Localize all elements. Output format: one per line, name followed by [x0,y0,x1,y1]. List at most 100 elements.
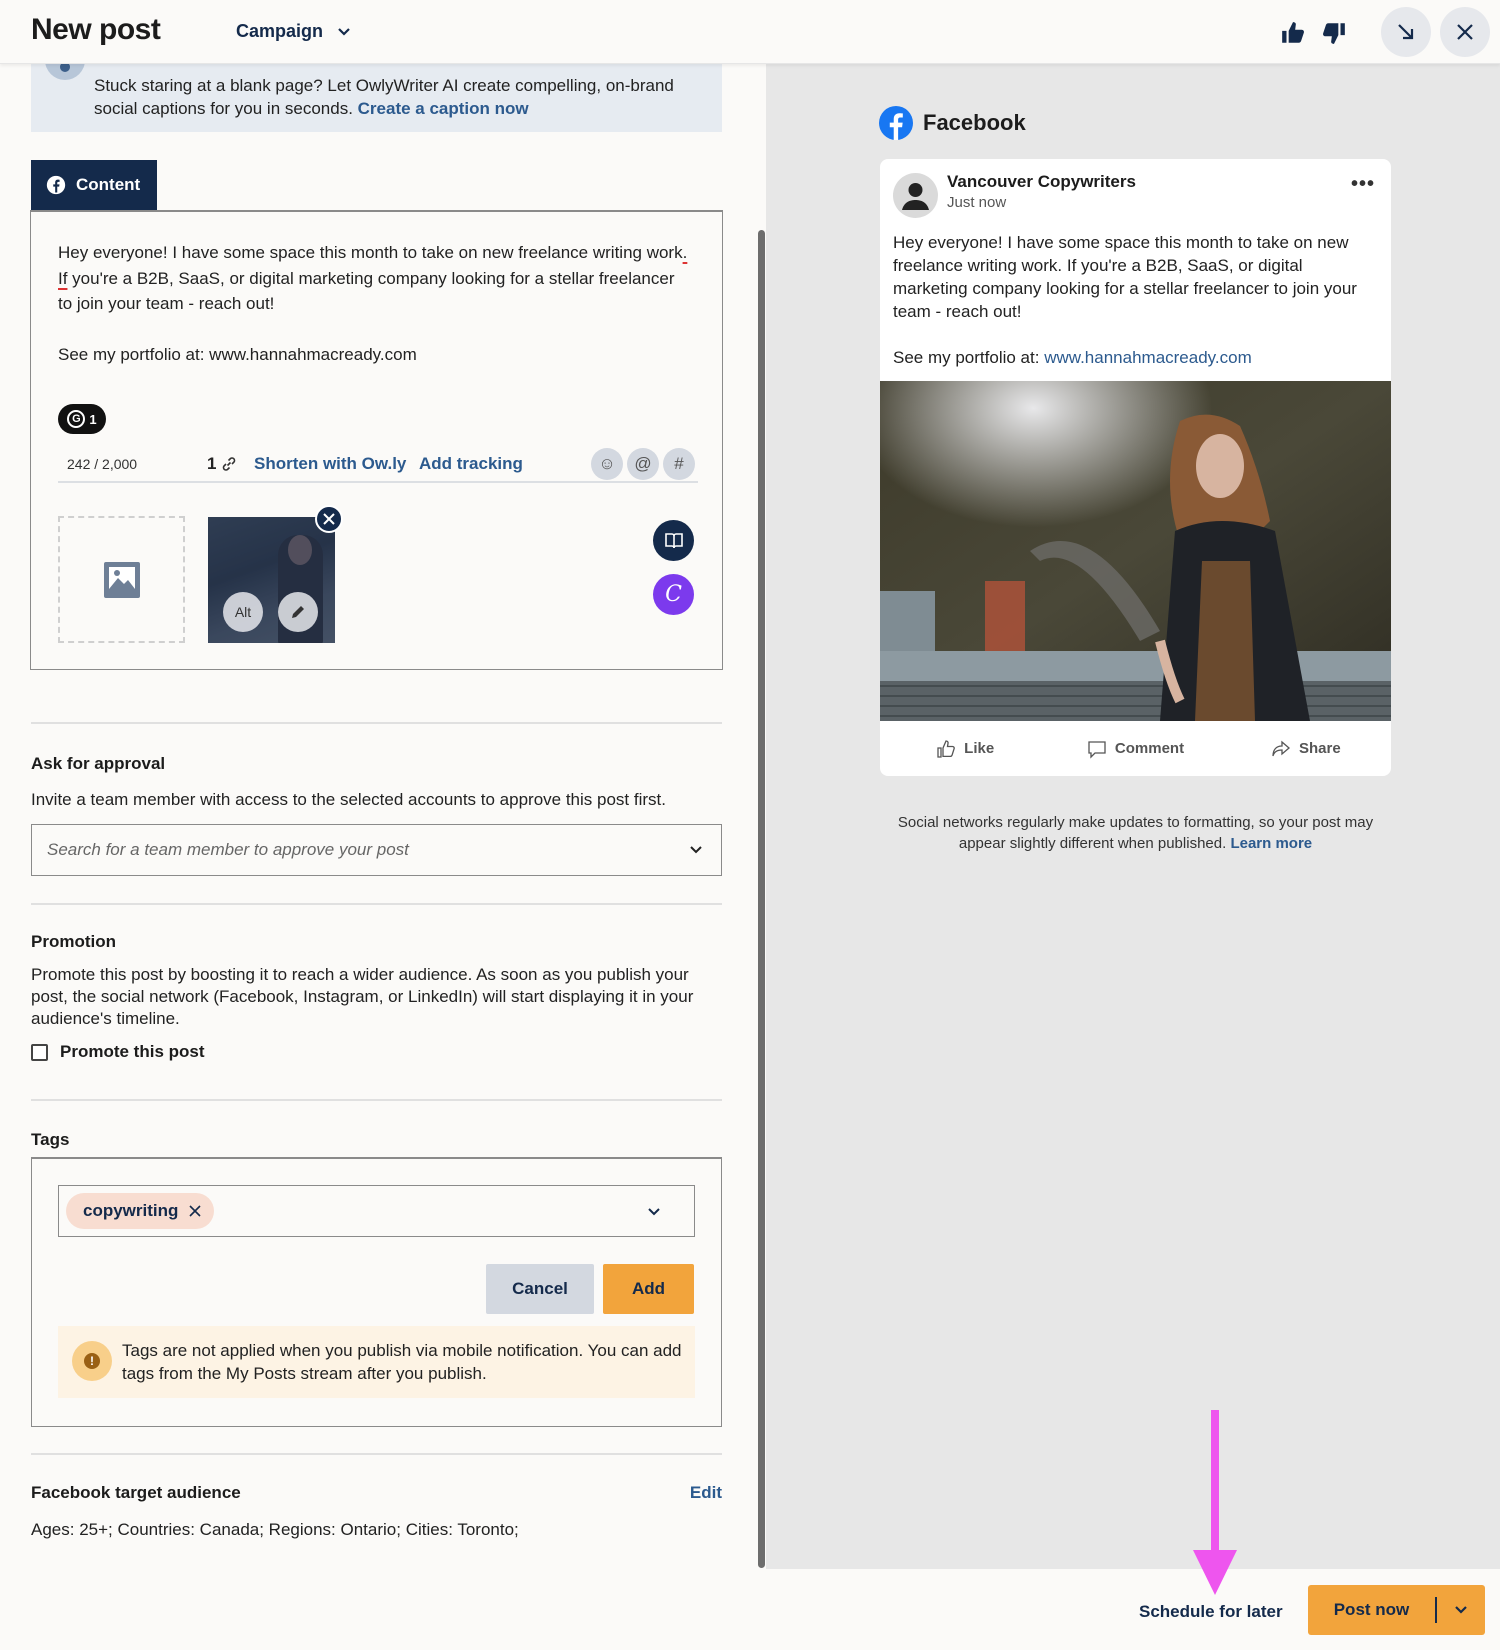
cancel-tags-button[interactable]: Cancel [486,1264,594,1314]
attached-media-thumbnail[interactable]: Alt [208,517,335,643]
pencil-icon [292,606,304,618]
add-tracking-link[interactable]: Add tracking [419,454,523,474]
approver-placeholder: Search for a team member to approve your… [47,840,409,859]
alt-label: Alt [234,604,252,620]
promote-post-label: Promote this post [60,1042,205,1061]
preview-body: Hey everyone! I have some space this mon… [893,233,1357,321]
edit-audience-link[interactable]: Edit [690,1483,722,1503]
post-text-line: you're a B2B, SaaS, or digital marketing… [58,268,675,314]
footer: Schedule for later Post now [0,1569,1500,1650]
preview-network-header: Facebook [879,106,1026,140]
warning-icon: ! [72,1341,112,1381]
campaign-dropdown[interactable]: Campaign [236,21,351,42]
checkbox[interactable] [31,1043,48,1061]
char-count: 242 / 2,000 [67,456,138,472]
post-actions: Like Comment Share [880,721,1391,776]
content-library-button[interactable] [653,520,694,561]
post-editor[interactable]: Hey everyone! I have some space this mon… [30,210,723,670]
tags-warning-text: Tags are not applied when you publish vi… [122,1341,682,1383]
grammarly-count: 1 [89,411,97,427]
approval-description: Invite a team member with access to the … [31,790,666,809]
like-label: Like [964,740,995,757]
tag-chip: copywriting [66,1193,215,1229]
schedule-for-later-button[interactable]: Schedule for later [1139,1602,1283,1622]
post-text-input[interactable]: Hey everyone! I have some space this mon… [58,240,693,368]
scrollbar[interactable] [758,230,765,1568]
tab-content[interactable]: Content [31,160,157,210]
share-icon [1272,740,1290,756]
emoji-button[interactable]: ☺ [591,448,623,480]
canva-button[interactable]: C [653,574,694,615]
tags-title: Tags [31,1130,70,1149]
add-tags-button[interactable]: Add [603,1264,694,1314]
share-action[interactable]: Share [1221,721,1391,776]
facebook-post-preview: Vancouver Copywriters Just now ••• Hey e… [880,159,1391,776]
share-label: Share [1298,740,1341,757]
preview-portfolio-link[interactable]: www.hannahmacready.com [1044,348,1252,367]
grammarly-icon: G [67,410,86,428]
approval-title: Ask for approval [31,754,166,773]
comment-action[interactable]: Comment [1050,721,1220,776]
add-media-dropzone[interactable] [58,516,185,643]
remove-tag-icon[interactable] [188,1204,202,1218]
more-options-icon[interactable]: ••• [1351,173,1375,196]
section-divider [31,1453,722,1455]
book-icon [664,532,683,548]
portrait-photo [880,381,1391,721]
info-icon [45,64,85,80]
emoji-icon: ☺ [598,454,616,473]
chevron-down-icon [690,846,702,854]
promote-post-checkbox[interactable]: Promote this post [31,1042,205,1062]
post-text-portfolio: See my portfolio at: www.hannahmacready.… [58,345,417,364]
close-button[interactable] [1440,7,1490,57]
header: New post Campaign [0,0,1500,64]
at-icon: @ [634,454,652,473]
comment-label: Comment [1114,740,1185,757]
preview-network-name: Facebook [923,110,1026,135]
facebook-logo-icon [879,106,913,140]
create-caption-link[interactable]: Create a caption now [358,99,529,118]
approver-search-select[interactable]: Search for a team member to approve your… [31,824,722,876]
hashtag-icon: # [674,454,684,473]
remove-media-button[interactable] [315,505,343,533]
post-options-dropdown[interactable] [1437,1585,1486,1635]
shorten-owly-link[interactable]: Shorten with Ow.ly [254,454,406,474]
like-action[interactable]: Like [880,721,1050,776]
user-icon [902,183,929,210]
tags-editor: copywriting Cancel Add ! Tags are not ap… [31,1157,722,1427]
avatar [893,173,938,218]
edit-media-button[interactable] [278,592,318,632]
thumbs-down-icon[interactable] [1321,20,1347,46]
editor-toolbar: 242 / 2,000 1 Shorten with Ow.ly Add tra… [58,445,698,483]
promotion-title: Promotion [31,932,116,951]
thumbs-up-icon[interactable] [1280,20,1306,46]
section-divider [31,722,722,724]
preview-portfolio-prefix: See my portfolio at: [893,348,1045,367]
minimize-button[interactable] [1381,7,1431,57]
audience-title: Facebook target audience [31,1483,241,1502]
tags-select[interactable]: copywriting [58,1185,695,1237]
account-name: Vancouver Copywriters [947,172,1136,191]
post-timestamp: Just now [947,194,1007,211]
mention-button[interactable]: @ [627,448,659,480]
post-text-line: Hey everyone! I have some space this mon… [58,243,683,262]
grammarly-badge[interactable]: G 1 [58,404,106,434]
promotion-description: Promote this post by boosting it to reac… [31,965,694,1028]
preview-text: Hey everyone! I have some space this mon… [893,231,1373,369]
hashtag-button[interactable]: # [663,448,695,480]
canva-icon: C [665,582,682,607]
campaign-label: Campaign [236,21,324,41]
chevron-down-icon [338,27,350,36]
post-now-split-button: Post now [1308,1585,1485,1635]
tags-warning-note: ! Tags are not applied when you publish … [58,1326,695,1398]
alt-text-button[interactable]: Alt [223,592,263,632]
learn-more-link[interactable]: Learn more [1230,835,1312,852]
arrow-down-right-icon [1398,24,1414,40]
post-now-button[interactable]: Post now [1308,1585,1435,1635]
close-icon [323,513,335,525]
page-title: New post [31,13,161,46]
comment-icon [1088,740,1106,759]
post-image [880,381,1391,721]
composer-panel: Stuck staring at a blank page? Let OwlyW… [0,64,766,1569]
tab-content-label: Content [76,175,141,194]
